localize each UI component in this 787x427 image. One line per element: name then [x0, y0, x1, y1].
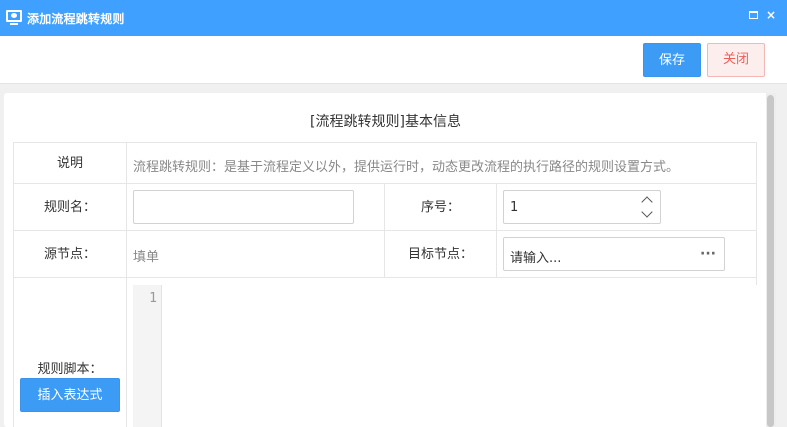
window-titlebar: 添加流程跳转规则 ×	[0, 0, 787, 36]
description-label: 说明	[13, 142, 127, 184]
source-node-cell: 填单	[127, 231, 385, 278]
seq-value: 1	[510, 200, 519, 215]
toolbar: 保存 关闭	[0, 36, 787, 84]
source-node-value: 填单	[133, 250, 160, 265]
maximize-icon[interactable]	[747, 8, 759, 22]
rule-name-label: 规则名：	[13, 184, 127, 231]
monitor-icon	[6, 10, 22, 26]
editor-gutter: 1	[133, 285, 162, 427]
source-node-label: 源节点：	[13, 231, 127, 278]
line-number: 1	[149, 291, 157, 306]
target-node-label: 目标节点：	[385, 231, 497, 278]
more-icon[interactable]: ···	[700, 246, 716, 262]
script-label: 规则脚本：	[37, 362, 103, 377]
seq-label: 序号：	[385, 184, 497, 231]
section-title: [流程跳转规则]基本信息	[310, 114, 461, 130]
close-icon[interactable]: ×	[765, 8, 777, 22]
target-node-input[interactable]: 请输入... ···	[503, 237, 725, 271]
target-node-placeholder: 请输入...	[510, 251, 562, 266]
description-text: 流程跳转规则：是基于流程定义以外，提供运行时，动态更改流程的执行路径的规则设置方…	[133, 160, 680, 175]
rule-name-input[interactable]	[133, 190, 354, 224]
save-button[interactable]: 保存	[643, 43, 701, 77]
script-editor[interactable]: 1	[133, 285, 757, 427]
close-button[interactable]: 关闭	[707, 43, 765, 77]
scrollbar-thumb[interactable]	[767, 95, 774, 427]
description-cell: 流程跳转规则：是基于流程定义以外，提供运行时，动态更改流程的执行路径的规则设置方…	[127, 142, 757, 184]
insert-expression-button[interactable]: 插入表达式	[20, 378, 120, 412]
window-title: 添加流程跳转规则	[27, 11, 125, 26]
chevron-down-icon[interactable]	[641, 206, 653, 218]
seq-stepper[interactable]: 1	[503, 190, 661, 224]
